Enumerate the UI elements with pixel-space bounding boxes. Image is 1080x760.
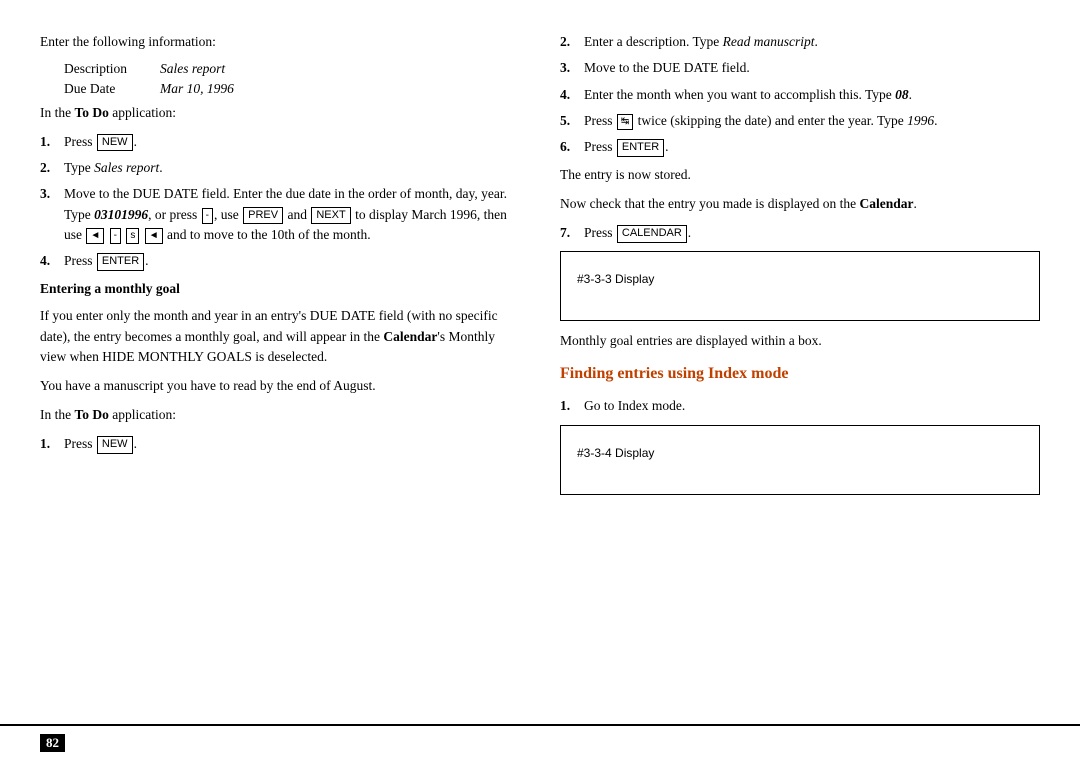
step-r-7: 7. Press CALENDAR. [560,223,1040,243]
step-2-1: 1. Press NEW. [40,434,520,454]
step-2: 2. Type Sales report. [40,158,520,178]
entering-body2: You have a manuscript you have to read b… [40,376,520,397]
entering-body1: If you enter only the month and year in … [40,306,520,369]
key1: ◄ [86,228,104,244]
stored-text: The entry is now stored. [560,165,1040,186]
check-text: Now check that the entry you made is dis… [560,194,1040,215]
page-footer: 82 [0,724,1080,760]
steps-list-2: 1. Press NEW. [40,434,520,454]
and-text: and [287,207,307,222]
steps-list-right-mid: 7. Press CALENDAR. [560,223,1040,243]
enter-key-1: ENTER [97,253,144,270]
step-f-1: 1. Go to Index mode. [560,396,1040,416]
description-label: Description [64,61,144,77]
due-date-row: Due Date Mar 10, 1996 [40,81,520,97]
display-box-1: #3-3-3 Display [560,251,1040,321]
new-key-2: NEW [97,436,133,453]
app-intro-2: In the To Do application: [40,405,520,426]
app-intro: In the To Do application: [40,103,520,124]
next-key: NEXT [311,207,350,224]
step-4: 4. Press ENTER. [40,251,520,271]
description-row: Description Sales report [40,61,520,77]
monthly-text: Monthly goal entries are displayed withi… [560,331,1040,352]
due-date-label: Due Date [64,81,144,97]
enter-key-2: ENTER [617,139,664,156]
steps-list-1: 1. Press NEW. 2. Type Sales report. 3. M… [40,132,520,272]
display-box-2-text: #3-3-4 Display [577,446,654,460]
calendar-key: CALENDAR [617,225,687,242]
step-r-5: 5. Press ↹ twice (skipping the date) and… [560,111,1040,131]
step-3: 3. Move to the DUE DATE field. Enter the… [40,184,520,245]
due-date-value: Mar 10, 1996 [160,81,234,97]
step-r-2: 2. Enter a description. Type Read manusc… [560,32,1040,52]
display-box-1-text: #3-3-3 Display [577,272,654,286]
finding-heading: Finding entries using Index mode [560,362,1040,386]
step-1: 1. Press NEW. [40,132,520,152]
key3: s [126,228,139,244]
display-box-2: #3-3-4 Display [560,425,1040,495]
right-column: 2. Enter a description. Type Read manusc… [560,32,1040,704]
key2: - [110,228,121,244]
steps-list-finding: 1. Go to Index mode. [560,396,1040,416]
step-r-3: 3. Move to the DUE DATE field. [560,58,1040,78]
tab-key: ↹ [617,114,633,130]
left-column: Enter the following information: Descrip… [40,32,520,704]
page-number: 82 [40,734,65,752]
dash-key: - [202,208,213,224]
description-value: Sales report [160,61,225,77]
intro-text: Enter the following information: [40,32,520,53]
step-r-4: 4. Enter the month when you want to acco… [560,85,1040,105]
steps-list-right-top: 2. Enter a description. Type Read manusc… [560,32,1040,157]
key4: ◄ [145,228,163,244]
prev-key: PREV [243,207,283,224]
step-r-6: 6. Press ENTER. [560,137,1040,157]
new-key: NEW [97,134,133,151]
entering-heading: Entering a monthly goal [40,279,520,299]
